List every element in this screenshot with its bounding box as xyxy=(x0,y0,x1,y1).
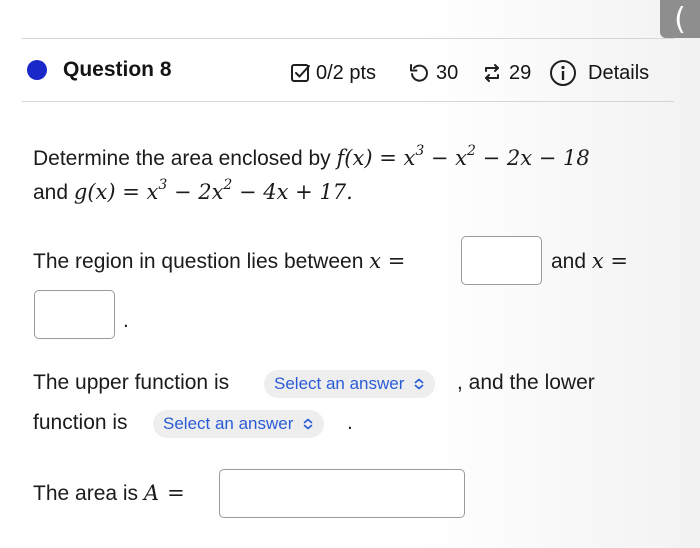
chevron-updown-icon xyxy=(302,418,314,430)
period-2: . xyxy=(347,411,353,434)
chevron-updown-icon xyxy=(413,378,425,390)
problem-line-2: and g(x) = x3 − 2x2 − 4x + 17. xyxy=(33,177,353,208)
area-text: The area is xyxy=(33,482,144,505)
region-text: The region in question lies between xyxy=(33,250,370,273)
header-divider xyxy=(22,101,674,102)
lower-select-label: Select an answer xyxy=(163,414,294,433)
region-sentence: The region in question lies between x = xyxy=(33,246,405,277)
g-exponent-3: 3 xyxy=(158,177,168,193)
x-equals-1: x = xyxy=(369,249,406,273)
back-button[interactable]: ( xyxy=(660,0,700,38)
x-equals-2: x = xyxy=(591,249,628,273)
upper-select-label: Select an answer xyxy=(274,374,405,393)
function-is-text: function is xyxy=(33,411,128,434)
retries-indicator: 30 xyxy=(408,60,458,86)
submissions-indicator: 29 xyxy=(481,60,531,86)
f-mid-part: − x xyxy=(424,146,468,170)
points-indicator: 0/2 pts xyxy=(290,60,376,86)
problem-intro: Determine the area enclosed by xyxy=(33,147,337,170)
lower-bound-input[interactable] xyxy=(461,236,542,285)
area-input[interactable] xyxy=(219,469,465,518)
upper-function-text: The upper function is xyxy=(33,371,230,394)
area-variable: A xyxy=(143,481,160,505)
chevron-left-icon: ( xyxy=(674,1,686,37)
info-icon xyxy=(550,60,576,86)
checkbox-icon xyxy=(291,64,310,82)
g-definition: g(x) = x3 − 2x2 − 4x + 17. xyxy=(73,177,353,204)
f-def-part: f(x) = x xyxy=(336,146,416,170)
top-divider xyxy=(22,38,674,39)
and-text: and xyxy=(551,250,592,273)
points-label: 0/2 pts xyxy=(316,61,377,84)
f-end-part: − 2x − 18 xyxy=(475,146,590,170)
g-mid-part: − 2x xyxy=(167,180,224,204)
lower-function-select[interactable]: Select an answer xyxy=(153,410,325,438)
g-exponent-2: 2 xyxy=(223,177,233,193)
f-exponent-3: 3 xyxy=(415,143,425,159)
area-sentence: The area is A = xyxy=(33,478,185,509)
period-1: . xyxy=(123,309,129,332)
f-definition: f(x) = x3 − x2 − 2x − 18 xyxy=(336,143,590,170)
g-end-part: − 4x + 17. xyxy=(232,180,353,204)
lower-function-text: , and the lower xyxy=(457,371,595,394)
retry-icon xyxy=(410,64,428,82)
upper-bound-input[interactable] xyxy=(34,290,115,339)
submissions-count: 29 xyxy=(509,61,532,84)
details-button[interactable]: Details xyxy=(549,60,649,86)
retries-count: 30 xyxy=(436,61,459,84)
question-title: Question 8 xyxy=(63,58,172,81)
region-and: and x = xyxy=(551,246,628,277)
submissions-icon xyxy=(485,64,499,82)
details-label: Details xyxy=(588,61,650,84)
f-exponent-2: 2 xyxy=(467,143,476,159)
problem-line-1: Determine the area enclosed by f(x) = x3… xyxy=(33,143,590,174)
and-label: and xyxy=(33,181,74,204)
question-status-dot xyxy=(27,60,47,80)
upper-function-select[interactable]: Select an answer xyxy=(264,370,436,398)
area-equals: = xyxy=(167,481,185,505)
g-def-part: g(x) = x xyxy=(73,180,159,204)
